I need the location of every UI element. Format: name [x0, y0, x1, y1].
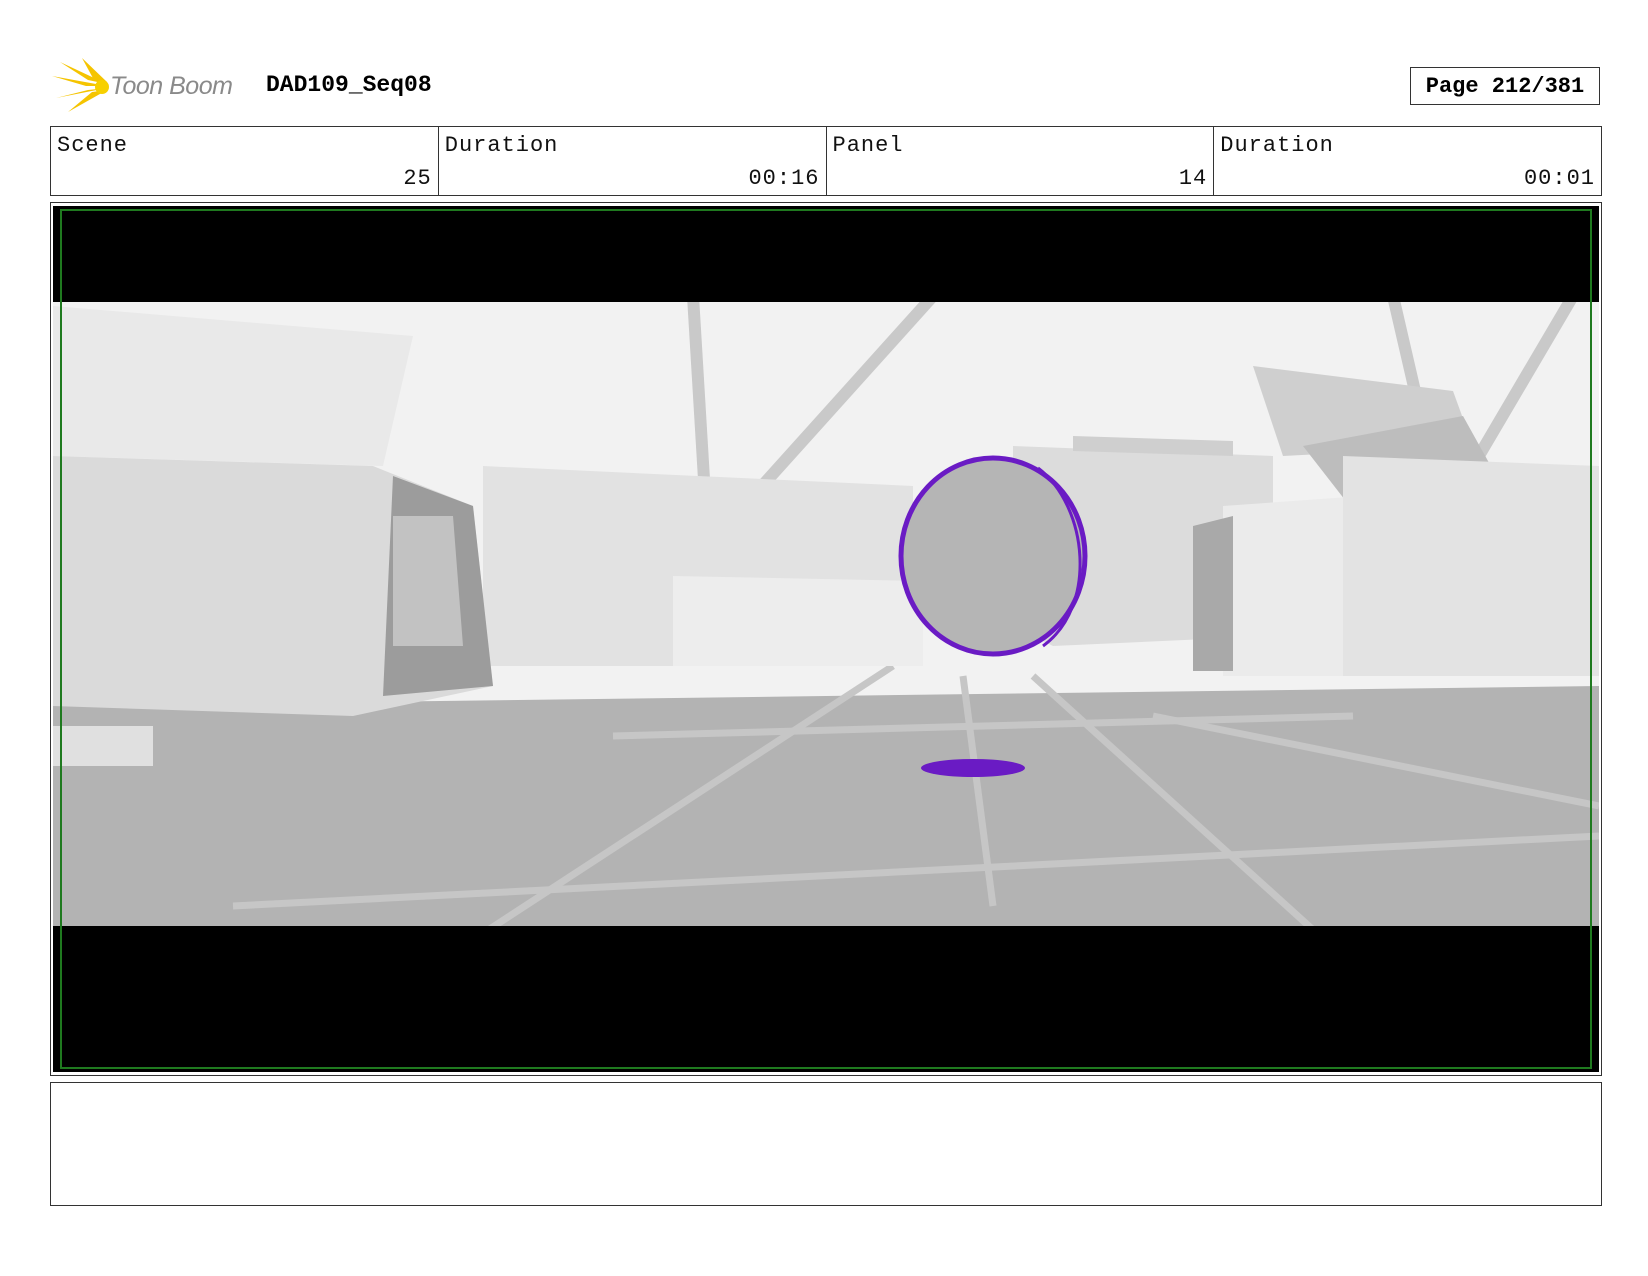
panel-duration-cell: Duration 00:01 — [1214, 127, 1601, 195]
project-title: DAD109_Seq08 — [266, 72, 432, 98]
notes-area — [50, 1082, 1602, 1206]
panel-duration-value: 00:01 — [1523, 166, 1595, 191]
panel-value: 14 — [1178, 166, 1208, 191]
scene-cell: Scene 25 — [51, 127, 439, 195]
panel-cell: Panel 14 — [827, 127, 1215, 195]
panel-duration-label: Duration — [1220, 133, 1334, 158]
scene-duration-label: Duration — [444, 133, 559, 158]
panel-label: Panel — [832, 133, 904, 158]
page-number: Page 212/381 — [1410, 67, 1600, 105]
scene-value: 25 — [403, 166, 432, 191]
info-table: Scene 25 Duration 00:16 Panel 14 Duratio… — [50, 126, 1602, 196]
panel-image — [53, 206, 1599, 1072]
scene-label: Scene — [57, 133, 129, 158]
scene-duration-value: 00:16 — [748, 166, 820, 191]
scene-duration-cell: Duration 00:16 — [439, 127, 827, 195]
logo-text: Toon Boom — [110, 72, 233, 100]
